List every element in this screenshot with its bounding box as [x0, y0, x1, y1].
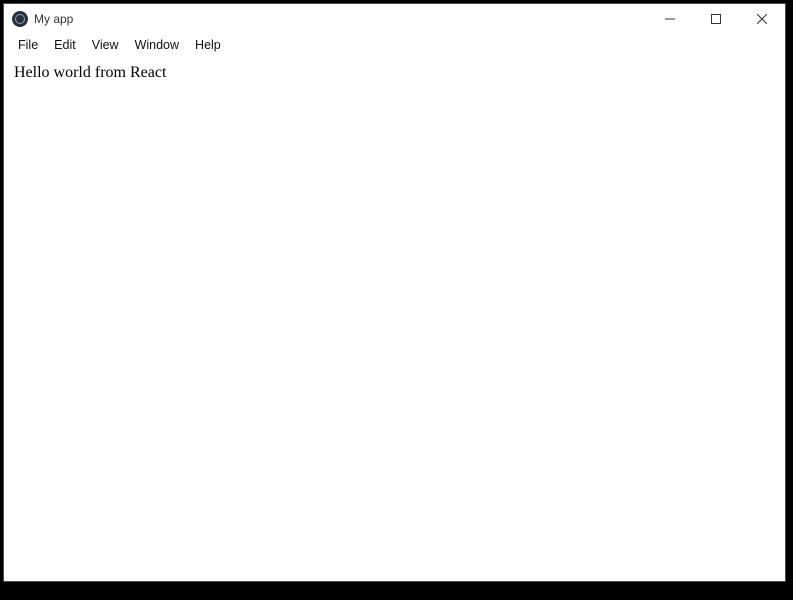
window-controls	[647, 4, 785, 34]
menu-window[interactable]: Window	[127, 36, 187, 54]
maximize-icon	[711, 14, 721, 24]
hello-text: Hello world from React	[14, 64, 775, 82]
titlebar: My app	[4, 4, 785, 34]
close-icon	[757, 14, 767, 24]
content-area: Hello world from React	[4, 56, 785, 581]
menu-view[interactable]: View	[84, 36, 127, 54]
menu-edit[interactable]: Edit	[46, 36, 84, 54]
menu-file[interactable]: File	[10, 36, 46, 54]
app-window: My app File Edit View	[3, 3, 786, 582]
window-title: My app	[34, 12, 73, 26]
electron-app-icon	[12, 11, 28, 27]
minimize-icon	[665, 14, 675, 24]
menu-help[interactable]: Help	[187, 36, 229, 54]
minimize-button[interactable]	[647, 4, 693, 34]
maximize-button[interactable]	[693, 4, 739, 34]
menubar: File Edit View Window Help	[4, 34, 785, 56]
close-button[interactable]	[739, 4, 785, 34]
